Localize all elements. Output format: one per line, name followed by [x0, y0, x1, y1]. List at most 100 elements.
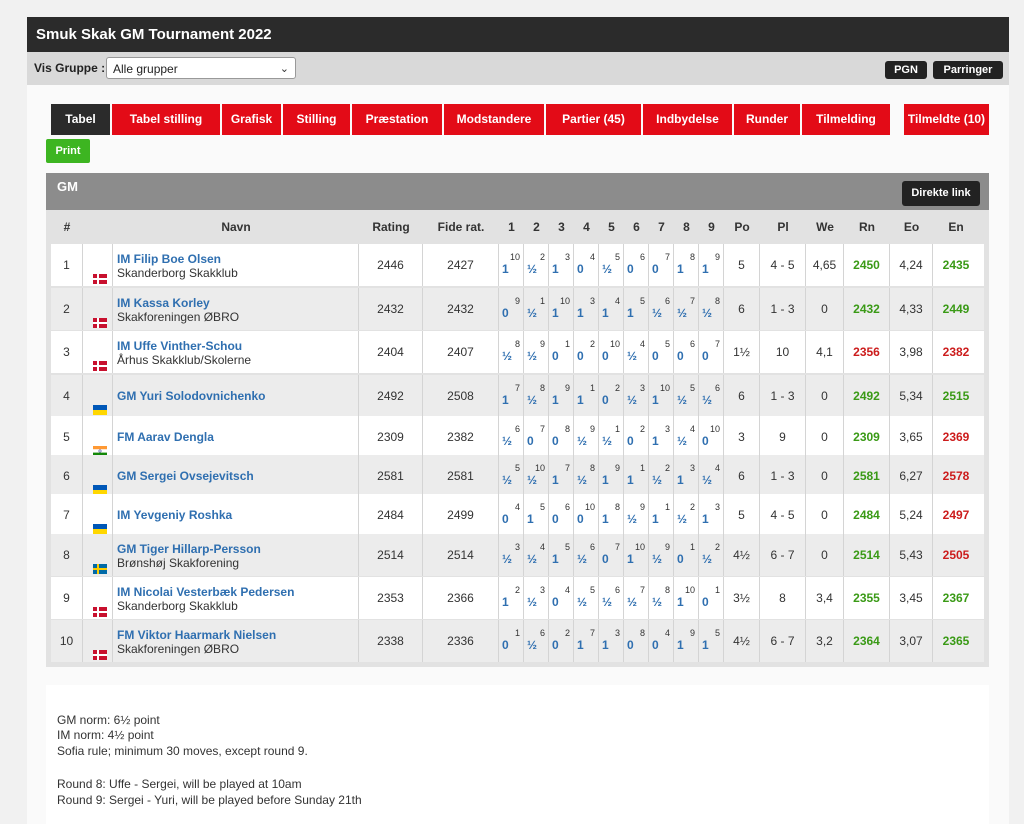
game-result-link[interactable]: 0	[552, 638, 559, 652]
player-name-link[interactable]: IM Yevgeniy Roshka	[117, 508, 232, 522]
player-name-link[interactable]: IM Nicolai Vesterbæk Pedersen	[117, 585, 294, 599]
direct-link-button[interactable]: Direkte link	[902, 181, 980, 206]
game-result-link[interactable]: ½	[527, 306, 537, 320]
game-result-link[interactable]: ½	[652, 595, 662, 609]
tab-præstation[interactable]: Præstation	[352, 104, 442, 135]
game-result-link[interactable]: 0	[602, 349, 609, 363]
game-result-link[interactable]: 1	[577, 638, 584, 652]
game-result-link[interactable]: 0	[552, 595, 559, 609]
tab-indbydelse[interactable]: Indbydelse	[643, 104, 732, 135]
game-result-link[interactable]: 1	[627, 552, 634, 566]
game-result-link[interactable]: 0	[502, 306, 509, 320]
game-result-link[interactable]: 1	[602, 512, 609, 526]
game-result-link[interactable]: 0	[527, 434, 534, 448]
game-result-link[interactable]: 1	[652, 393, 659, 407]
game-result-link[interactable]: 0	[602, 552, 609, 566]
game-result-link[interactable]: ½	[527, 262, 537, 276]
game-result-link[interactable]: ½	[702, 306, 712, 320]
game-result-link[interactable]: 1	[677, 595, 684, 609]
game-result-link[interactable]: 1	[527, 512, 534, 526]
print-button[interactable]: Print	[46, 139, 90, 163]
game-result-link[interactable]: ½	[677, 512, 687, 526]
game-result-link[interactable]: 0	[652, 262, 659, 276]
game-result-link[interactable]: ½	[652, 473, 662, 487]
game-result-link[interactable]: 1	[552, 306, 559, 320]
tab-tilmeldte-10[interactable]: Tilmeldte (10)	[904, 104, 989, 135]
game-result-link[interactable]: ½	[702, 473, 712, 487]
tab-modstandere[interactable]: Modstandere	[444, 104, 544, 135]
game-result-link[interactable]: ½	[502, 552, 512, 566]
game-result-link[interactable]: 0	[627, 262, 634, 276]
game-result-link[interactable]: 1	[502, 595, 509, 609]
game-result-link[interactable]: 1	[552, 552, 559, 566]
game-result-link[interactable]: ½	[652, 552, 662, 566]
game-result-link[interactable]: ½	[677, 306, 687, 320]
game-result-link[interactable]: ½	[677, 434, 687, 448]
game-result-link[interactable]: 1	[602, 306, 609, 320]
game-result-link[interactable]: 1	[677, 638, 684, 652]
game-result-link[interactable]: 0	[702, 434, 709, 448]
game-result-link[interactable]: ½	[577, 434, 587, 448]
player-name-link[interactable]: IM Kassa Korley	[117, 296, 210, 310]
game-result-link[interactable]: 1	[652, 512, 659, 526]
game-result-link[interactable]: 0	[552, 434, 559, 448]
game-result-link[interactable]: 0	[677, 349, 684, 363]
game-result-link[interactable]: 1	[502, 262, 509, 276]
game-result-link[interactable]: 0	[577, 512, 584, 526]
game-result-link[interactable]: 1	[702, 512, 709, 526]
game-result-link[interactable]: 1	[502, 393, 509, 407]
game-result-link[interactable]: 1	[702, 638, 709, 652]
game-result-link[interactable]: 0	[652, 349, 659, 363]
game-result-link[interactable]: 0	[577, 349, 584, 363]
game-result-link[interactable]: 0	[627, 638, 634, 652]
game-result-link[interactable]: 0	[702, 349, 709, 363]
game-result-link[interactable]: 0	[552, 349, 559, 363]
tab-tilmelding[interactable]: Tilmelding	[802, 104, 890, 135]
game-result-link[interactable]: 1	[577, 306, 584, 320]
tab-tabel-stilling[interactable]: Tabel stilling	[112, 104, 220, 135]
game-result-link[interactable]: ½	[527, 349, 537, 363]
tab-grafisk[interactable]: Grafisk	[222, 104, 281, 135]
game-result-link[interactable]: 1	[552, 393, 559, 407]
game-result-link[interactable]: ½	[627, 512, 637, 526]
game-result-link[interactable]: ½	[627, 393, 637, 407]
tab-runder[interactable]: Runder	[734, 104, 800, 135]
game-result-link[interactable]: ½	[502, 349, 512, 363]
game-result-link[interactable]: 0	[577, 262, 584, 276]
game-result-link[interactable]: ½	[652, 306, 662, 320]
game-result-link[interactable]: 0	[652, 638, 659, 652]
game-result-link[interactable]: 1	[677, 473, 684, 487]
game-result-link[interactable]: ½	[577, 473, 587, 487]
game-result-link[interactable]: 0	[677, 552, 684, 566]
game-result-link[interactable]: 1	[552, 262, 559, 276]
player-name-link[interactable]: GM Sergei Ovsejevitsch	[117, 469, 254, 483]
game-result-link[interactable]: ½	[527, 638, 537, 652]
game-result-link[interactable]: 1	[652, 434, 659, 448]
game-result-link[interactable]: ½	[602, 595, 612, 609]
game-result-link[interactable]: ½	[527, 595, 537, 609]
game-result-link[interactable]: 0	[602, 393, 609, 407]
game-result-link[interactable]: ½	[527, 393, 537, 407]
game-result-link[interactable]: 1	[602, 638, 609, 652]
player-name-link[interactable]: GM Tiger Hillarp-Persson	[117, 542, 261, 556]
game-result-link[interactable]: ½	[702, 552, 712, 566]
player-name-link[interactable]: GM Yuri Solodovnichenko	[117, 389, 265, 403]
game-result-link[interactable]: 1	[602, 473, 609, 487]
game-result-link[interactable]: ½	[602, 262, 612, 276]
pgn-button[interactable]: PGN	[885, 61, 927, 79]
game-result-link[interactable]: ½	[502, 434, 512, 448]
parringer-button[interactable]: Parringer	[933, 61, 1003, 79]
player-name-link[interactable]: IM Uffe Vinther-Schou	[117, 339, 242, 353]
game-result-link[interactable]: ½	[502, 473, 512, 487]
player-name-link[interactable]: FM Viktor Haarmark Nielsen	[117, 628, 276, 642]
game-result-link[interactable]: ½	[577, 552, 587, 566]
player-name-link[interactable]: FM Aarav Dengla	[117, 430, 214, 444]
game-result-link[interactable]: ½	[527, 552, 537, 566]
game-result-link[interactable]: 1	[702, 262, 709, 276]
game-result-link[interactable]: 1	[677, 262, 684, 276]
tab-tabel[interactable]: Tabel	[51, 104, 110, 135]
game-result-link[interactable]: ½	[627, 595, 637, 609]
game-result-link[interactable]: 0	[627, 434, 634, 448]
game-result-link[interactable]: ½	[577, 595, 587, 609]
group-select[interactable]: Alle grupper ⌄	[106, 57, 296, 79]
